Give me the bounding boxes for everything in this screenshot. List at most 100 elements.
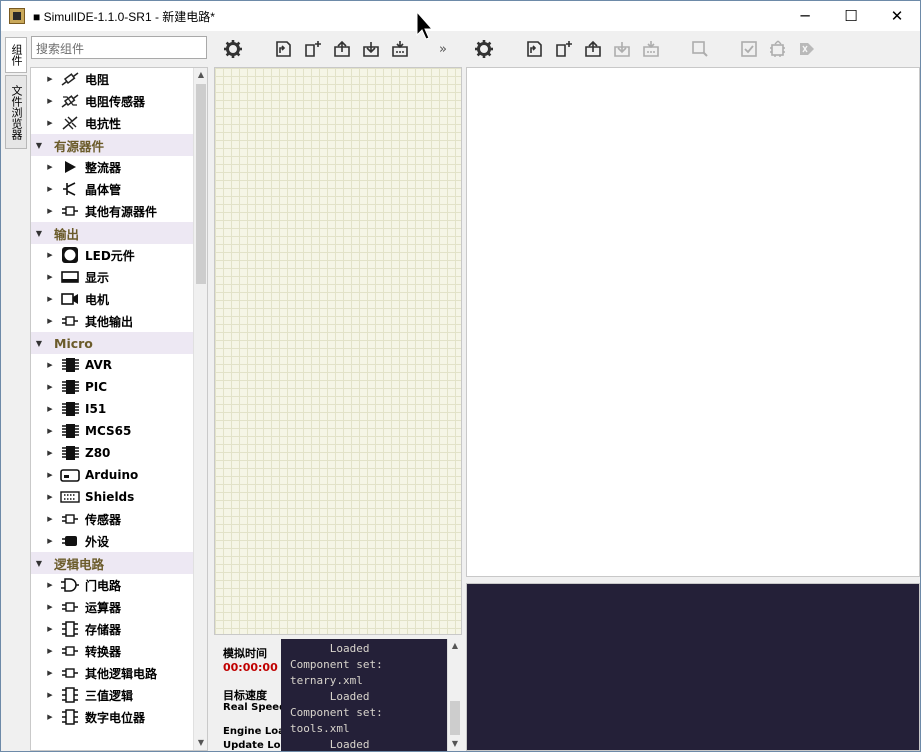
scroll-down-arrow-icon[interactable]: ▼ (448, 737, 462, 751)
tree-item[interactable]: ▶ 存储器 (31, 618, 194, 640)
tree-category[interactable]: ▼ 逻辑电路 (31, 552, 194, 574)
collapsed-arrow-icon[interactable]: ▶ (45, 317, 55, 325)
scroll-down-arrow-icon[interactable]: ▼ (194, 736, 207, 750)
tree-item[interactable]: ▶ 转换器 (31, 640, 194, 662)
expanded-arrow-icon[interactable]: ▼ (34, 559, 44, 568)
collapsed-arrow-icon[interactable]: ▶ (45, 493, 55, 501)
editor-open-file-button[interactable] (578, 35, 607, 63)
close-button[interactable]: ✕ (874, 1, 920, 31)
maximize-button[interactable]: ☐ (828, 1, 874, 31)
tab-components[interactable]: 组件 (5, 37, 27, 73)
save-icon (613, 42, 630, 57)
tree-item[interactable]: ▶ 其他有源器件 (31, 200, 194, 222)
collapsed-arrow-icon[interactable]: ▶ (45, 97, 55, 105)
tree-item[interactable]: ▶ PIC (31, 376, 194, 398)
circuit-canvas[interactable] (214, 67, 462, 635)
collapsed-arrow-icon[interactable]: ▶ (45, 163, 55, 171)
find-replace-button[interactable] (685, 35, 714, 63)
tree-item[interactable]: ▶ 电机 (31, 288, 194, 310)
tree-item[interactable]: ▶ 电抗性 (31, 112, 194, 134)
collapsed-arrow-icon[interactable]: ▶ (45, 427, 55, 435)
tab-file-browser[interactable]: 文件浏览器 (5, 75, 27, 149)
tree-item[interactable]: ▶ 外设 (31, 530, 194, 552)
tree-label: 传感器 (85, 512, 122, 527)
debug-button[interactable] (792, 35, 821, 63)
collapsed-arrow-icon[interactable]: ▶ (45, 713, 55, 721)
new-circuit-button[interactable] (298, 35, 327, 63)
settings-button[interactable] (218, 35, 247, 63)
tree-item[interactable]: ▶ Z80 (31, 442, 194, 464)
collapsed-arrow-icon[interactable]: ▶ (45, 361, 55, 369)
tree-item[interactable]: ▶ 传感器 (31, 508, 194, 530)
collapsed-arrow-icon[interactable]: ▶ (45, 537, 55, 545)
expanded-arrow-icon[interactable]: ▼ (34, 339, 44, 348)
tree-item[interactable]: ▶ 门电路 (31, 574, 194, 596)
tree-category[interactable]: ▼ Micro (31, 332, 194, 354)
upload-button[interactable] (763, 35, 792, 63)
collapsed-arrow-icon[interactable]: ▶ (45, 625, 55, 633)
collapsed-arrow-icon[interactable]: ▶ (45, 251, 55, 259)
mcu-icon (59, 379, 81, 395)
tree-label: Micro (54, 335, 93, 351)
tree-item[interactable]: ▶ 其他逻辑电路 (31, 662, 194, 684)
collapsed-arrow-icon[interactable]: ▶ (45, 405, 55, 413)
collapsed-arrow-icon[interactable]: ▶ (45, 185, 55, 193)
tree-category[interactable]: ▼ 有源器件 (31, 134, 194, 156)
tree-item[interactable]: ▶ 电阻 (31, 68, 194, 90)
code-editor-area[interactable] (466, 67, 920, 577)
collapsed-arrow-icon[interactable]: ▶ (45, 691, 55, 699)
tree-item[interactable]: ▶ MCS65 (31, 420, 194, 442)
collapsed-arrow-icon[interactable]: ▶ (45, 119, 55, 127)
engine-load-label: Engine Load (223, 726, 281, 737)
tree-item[interactable]: ▶ 电阻传感器 (31, 90, 194, 112)
collapsed-arrow-icon[interactable]: ▶ (45, 295, 55, 303)
resistor-sensor-icon (59, 93, 81, 109)
scroll-thumb[interactable] (450, 701, 460, 735)
collapsed-arrow-icon[interactable]: ▶ (45, 273, 55, 281)
minimize-button[interactable]: ─ (782, 1, 828, 31)
collapsed-arrow-icon[interactable]: ▶ (45, 581, 55, 589)
component-search-input[interactable]: 搜索组件 (31, 36, 207, 59)
collapsed-arrow-icon[interactable]: ▶ (45, 603, 55, 611)
tree-item[interactable]: ▶ LED元件 (31, 244, 194, 266)
component-tree-scrollbar[interactable]: ▲ ▼ (193, 68, 207, 750)
collapsed-arrow-icon[interactable]: ▶ (45, 449, 55, 457)
tree-item[interactable]: ▶ Shields (31, 486, 194, 508)
editor-new-file-button[interactable] (549, 35, 578, 63)
toolbar-overflow-icon[interactable]: » (439, 42, 447, 57)
recent-files-button[interactable] (269, 35, 298, 63)
scroll-up-arrow-icon[interactable]: ▲ (448, 639, 462, 653)
editor-save-as-button[interactable] (636, 35, 665, 63)
collapsed-arrow-icon[interactable]: ▶ (45, 471, 55, 479)
tree-label: 数字电位器 (85, 710, 146, 725)
compile-button[interactable] (734, 35, 763, 63)
scroll-thumb[interactable] (196, 84, 206, 284)
tree-item[interactable]: ▶ 运算器 (31, 596, 194, 618)
collapsed-arrow-icon[interactable]: ▶ (45, 75, 55, 83)
collapsed-arrow-icon[interactable]: ▶ (45, 647, 55, 655)
tree-item[interactable]: ▶ Arduino (31, 464, 194, 486)
tree-item[interactable]: ▶ 整流器 (31, 156, 194, 178)
tree-item[interactable]: ▶ 晶体管 (31, 178, 194, 200)
editor-settings-button[interactable] (469, 35, 498, 63)
tree-item[interactable]: ▶ I51 (31, 398, 194, 420)
tree-item[interactable]: ▶ AVR (31, 354, 194, 376)
save-as-button[interactable] (385, 35, 414, 63)
tree-item[interactable]: ▶ 其他输出 (31, 310, 194, 332)
tree-category[interactable]: ▼ 输出 (31, 222, 194, 244)
collapsed-arrow-icon[interactable]: ▶ (45, 669, 55, 677)
expanded-arrow-icon[interactable]: ▼ (34, 229, 44, 238)
tree-item[interactable]: ▶ 显示 (31, 266, 194, 288)
save-circuit-button[interactable] (356, 35, 385, 63)
scroll-up-arrow-icon[interactable]: ▲ (194, 68, 207, 82)
collapsed-arrow-icon[interactable]: ▶ (45, 207, 55, 215)
collapsed-arrow-icon[interactable]: ▶ (45, 515, 55, 523)
open-circuit-button[interactable] (327, 35, 356, 63)
log-scrollbar[interactable]: ▲ ▼ (447, 639, 461, 751)
tree-item[interactable]: ▶ 数字电位器 (31, 706, 194, 728)
editor-save-button[interactable] (607, 35, 636, 63)
collapsed-arrow-icon[interactable]: ▶ (45, 383, 55, 391)
tree-item[interactable]: ▶ 三值逻辑 (31, 684, 194, 706)
editor-recent-files-button[interactable] (520, 35, 549, 63)
expanded-arrow-icon[interactable]: ▼ (34, 141, 44, 150)
